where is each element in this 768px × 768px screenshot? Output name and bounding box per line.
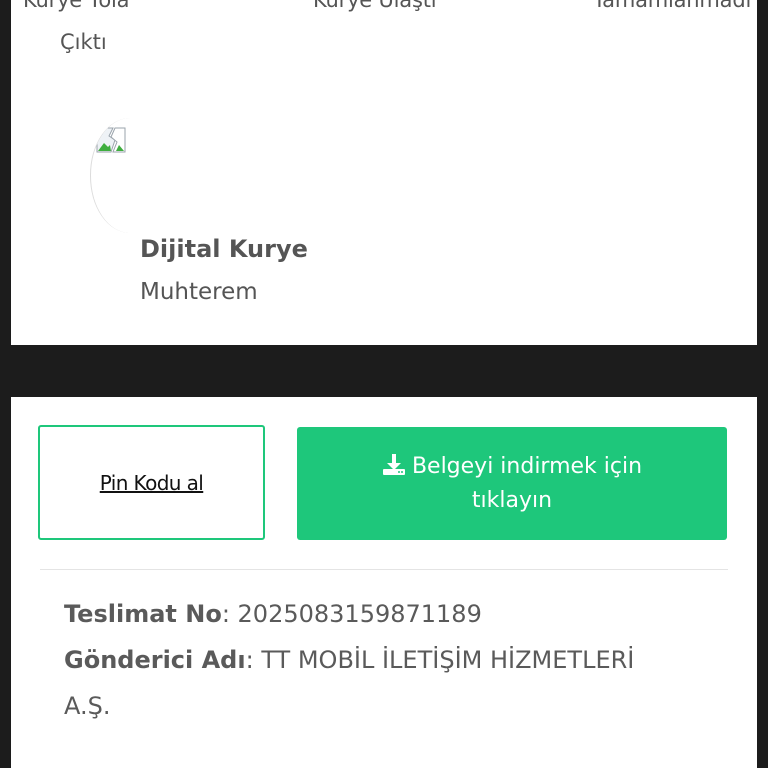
step-label-not-completed: Tamamlanmadı — [593, 0, 752, 12]
sender-name-row-continued: A.Ş. — [64, 692, 111, 720]
step-label-on-the-way: Kurye Yola — [23, 0, 130, 12]
download-icon — [382, 453, 405, 475]
courier-name: Dijital Kurye — [140, 235, 308, 263]
sender-name-row: Gönderici Adı: TT MOBİL İLETİŞİM HİZMETL… — [64, 646, 635, 674]
delivery-number-value: 2025083159871189 — [237, 600, 482, 628]
get-pin-code-button[interactable]: Pin Kodu al — [38, 425, 265, 540]
sender-name-label: Gönderici Adı — [64, 646, 246, 674]
delivery-number-label: Teslimat No — [64, 600, 222, 628]
sender-name-value: TT MOBİL İLETİŞİM HİZMETLERİ — [261, 646, 635, 674]
sender-name-value-line2: A.Ş. — [64, 692, 111, 720]
courier-subtitle: Muhterem — [140, 279, 258, 305]
step-label-arrived: Kurye Ulaştı — [313, 0, 437, 12]
delivery-details-card: Pin Kodu al Belgeyi indirmek için tıklay… — [11, 397, 757, 768]
section-divider — [40, 569, 728, 570]
step-label-on-the-way-line2: Çıktı — [60, 30, 107, 54]
download-document-label: Belgeyi indirmek için tıklayın — [411, 453, 643, 513]
courier-avatar — [90, 118, 131, 233]
get-pin-code-label: Pin Kodu al — [99, 470, 204, 495]
delivery-number-row: Teslimat No: 2025083159871189 — [64, 600, 482, 628]
courier-status-card: Kurye Yola Çıktı Kurye Ulaştı Tamamlanma… — [11, 0, 757, 345]
download-document-button[interactable]: Belgeyi indirmek için tıklayın — [297, 427, 727, 540]
broken-image-icon — [96, 127, 126, 153]
